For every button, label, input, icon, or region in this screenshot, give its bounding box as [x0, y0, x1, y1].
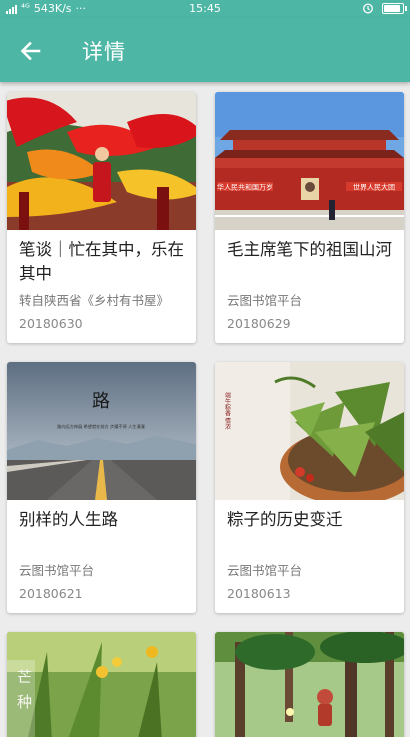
article-thumbnail-road: 路 路向远方伸展 希望就在前方 步履不停 人生漫漫 — [7, 362, 196, 500]
article-date: 20180630 — [19, 316, 83, 331]
app-bar: 详情 — [0, 18, 410, 82]
article-card[interactable]: 笔谈｜忙在其中，乐在其中 转自陕西省《乡村有书屋》 20180630 — [7, 92, 196, 343]
article-card[interactable]: 芒 种 — [7, 632, 196, 737]
svg-text:端午粽香 情浓: 端午粽香 情浓 — [224, 391, 231, 431]
clock: 15:45 — [189, 2, 221, 15]
article-source: 云图书馆平台 — [227, 563, 303, 578]
svg-text:路向远方伸展 希望就在前方 步履不停 人生漫漫: 路向远方伸展 希望就在前方 步履不停 人生漫漫 — [57, 423, 146, 430]
article-date: 20180621 — [19, 586, 83, 601]
page-title: 详情 — [82, 40, 126, 64]
article-card[interactable] — [215, 632, 404, 737]
svg-text:世界人民大团: 世界人民大团 — [353, 183, 395, 192]
article-thumbnail-dancers — [7, 92, 196, 230]
svg-text:华人民共和国万岁: 华人民共和国万岁 — [217, 183, 273, 192]
back-button[interactable] — [14, 35, 46, 67]
status-bar: ⁴ᴳ 543K/s ··· 15:45 — [0, 0, 410, 18]
battery-icon — [382, 2, 407, 14]
article-thumbnail-grain: 芒 种 — [7, 632, 196, 737]
article-title: 别样的人生路 — [19, 510, 118, 529]
article-date: 20180629 — [227, 316, 291, 331]
article-thumbnail-forest — [215, 632, 404, 737]
back-arrow-icon — [20, 41, 41, 61]
article-card[interactable]: 华人民共和国万岁 世界人民大团 毛主席笔下的祖国山河 云图书馆平台 201806… — [215, 92, 404, 343]
svg-text:路: 路 — [92, 391, 110, 412]
article-card[interactable]: 端午粽香 情浓 粽子的历史变迁 云图书馆平台 20180613 — [215, 362, 404, 613]
article-title: 毛主席笔下的祖国山河 — [227, 240, 392, 259]
article-source: 转自陕西省《乡村有书屋》 — [19, 293, 170, 308]
status-right — [362, 2, 407, 14]
svg-text:芒: 芒 — [17, 668, 32, 686]
alarm-icon — [363, 3, 373, 14]
article-title: 笔谈｜忙在其中，乐在其中 — [19, 240, 184, 283]
article-thumbnail-tiananmen: 华人民共和国万岁 世界人民大团 — [215, 92, 404, 230]
article-source: 云图书馆平台 — [19, 563, 95, 578]
article-title: 粽子的历史变迁 — [227, 510, 343, 529]
article-thumbnail-zongzi: 端午粽香 情浓 — [215, 362, 404, 500]
article-card[interactable]: 路 路向远方伸展 希望就在前方 步履不停 人生漫漫 别样的人生路 云图书馆平台 … — [7, 362, 196, 613]
article-source: 云图书馆平台 — [227, 293, 303, 308]
svg-text:种: 种 — [17, 693, 32, 711]
article-date: 20180613 — [227, 586, 291, 601]
